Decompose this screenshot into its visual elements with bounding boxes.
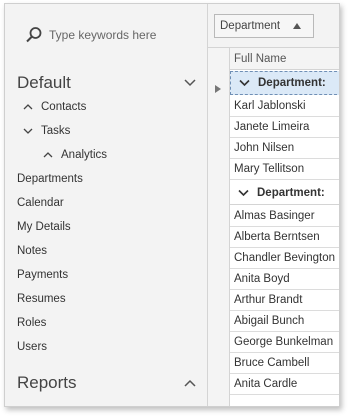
table-row[interactable]: Almas Basinger: [230, 206, 339, 227]
nav-item-label: Payments: [17, 269, 69, 281]
chevron-down-icon: [184, 79, 196, 87]
row-indicator-column: [208, 48, 230, 406]
group-row-label: Department:: [258, 77, 326, 89]
table-row[interactable]: Arthur Brandt: [230, 290, 339, 311]
group-header-reports[interactable]: Reports: [17, 370, 197, 396]
group-by-department-chip[interactable]: Department: [214, 14, 314, 38]
nav-item-users[interactable]: Users: [17, 336, 47, 358]
nav-item-calendar[interactable]: Calendar: [17, 192, 64, 214]
data-grid: Department Full Name Department: Karl Ja…: [207, 4, 339, 406]
chevron-down-icon: [239, 79, 250, 87]
cell-full-name: Chandler Bevington: [234, 252, 336, 264]
table-row[interactable]: Karl Jablonski: [230, 96, 339, 117]
nav-item-label: My Details: [17, 221, 71, 233]
nav-item-analytics[interactable]: Analytics: [43, 144, 107, 166]
nav-item-my-details[interactable]: My Details: [17, 216, 71, 238]
nav-item-resumes[interactable]: Resumes: [17, 288, 66, 310]
nav-item-label: Departments: [17, 173, 83, 185]
cell-full-name: Alberta Berntsen: [234, 231, 320, 243]
sort-ascending-icon: [293, 23, 301, 29]
table-row[interactable]: Anita Cardle: [230, 374, 339, 395]
focused-row-arrow-icon: [215, 85, 221, 93]
search-icon: [26, 27, 42, 43]
group-row-department[interactable]: Department:: [230, 181, 339, 205]
chevron-down-icon: [23, 128, 33, 134]
table-row[interactable]: John Nilsen: [230, 138, 339, 159]
table-row[interactable]: Anita Boyd: [230, 269, 339, 290]
nav-item-departments[interactable]: Departments: [17, 168, 83, 190]
cell-full-name: Anita Boyd: [234, 273, 290, 285]
table-row[interactable]: Bruce Cambell: [230, 353, 339, 374]
cell-full-name: Arthur Brandt: [234, 294, 303, 306]
table-row[interactable]: Janete Limeira: [230, 117, 339, 138]
nav-item-label: Notes: [17, 245, 48, 257]
nav-item-label: Analytics: [61, 149, 108, 161]
nav-item-contacts[interactable]: Contacts: [23, 96, 86, 118]
nav-item-label: Resumes: [17, 293, 66, 305]
nav-item-payments[interactable]: Payments: [17, 264, 68, 286]
chevron-up-icon: [184, 379, 196, 387]
cell-full-name: John Nilsen: [234, 142, 295, 154]
nav-item-label: Contacts: [41, 101, 87, 113]
column-header-label: Full Name: [234, 52, 287, 65]
cell-full-name: Karl Jablonski: [234, 100, 306, 112]
table-row[interactable]: Mary Tellitson: [230, 159, 339, 180]
nav-item-notes[interactable]: Notes: [17, 240, 47, 262]
search-input[interactable]: [49, 28, 189, 42]
nav-item-roles[interactable]: Roles: [17, 312, 46, 334]
app-window: Default Contacts Tasks Analytics Departm…: [4, 3, 340, 407]
cell-full-name: Abigail Bunch: [234, 315, 305, 327]
cell-full-name: Almas Basinger: [234, 210, 315, 222]
table-row[interactable]: Abigail Bunch: [230, 311, 339, 332]
chevron-down-icon: [238, 189, 249, 196]
nav-item-label: Users: [17, 341, 48, 353]
chevron-up-icon: [23, 104, 33, 110]
cell-full-name: Janete Limeira: [234, 121, 310, 133]
group-title: Default: [17, 73, 71, 92]
search-box[interactable]: [25, 24, 189, 46]
chevron-up-icon: [43, 152, 53, 158]
group-panel: Department: [208, 4, 339, 48]
nav-item-tasks[interactable]: Tasks: [23, 120, 70, 142]
navigation-pane: Default Contacts Tasks Analytics Departm…: [5, 4, 207, 406]
nav-item-label: Roles: [17, 317, 47, 329]
cell-full-name: Bruce Cambell: [234, 357, 310, 369]
group-header-default[interactable]: Default: [17, 70, 197, 96]
group-by-label: Department: [220, 20, 281, 32]
group-row-department[interactable]: Department:: [230, 71, 339, 95]
column-header-full-name[interactable]: Full Name: [230, 48, 339, 70]
table-row[interactable]: George Bunkelman: [230, 332, 339, 353]
table-row[interactable]: Chandler Bevington: [230, 248, 339, 269]
group-title: Reports: [17, 373, 77, 392]
cell-full-name: Mary Tellitson: [234, 163, 305, 175]
nav-item-label: Tasks: [41, 125, 71, 137]
cell-full-name: George Bunkelman: [234, 336, 334, 348]
cell-full-name: Anita Cardle: [234, 378, 298, 390]
nav-item-label: Calendar: [17, 197, 64, 209]
table-row[interactable]: Alberta Berntsen: [230, 227, 339, 248]
group-row-label: Department:: [257, 186, 325, 199]
